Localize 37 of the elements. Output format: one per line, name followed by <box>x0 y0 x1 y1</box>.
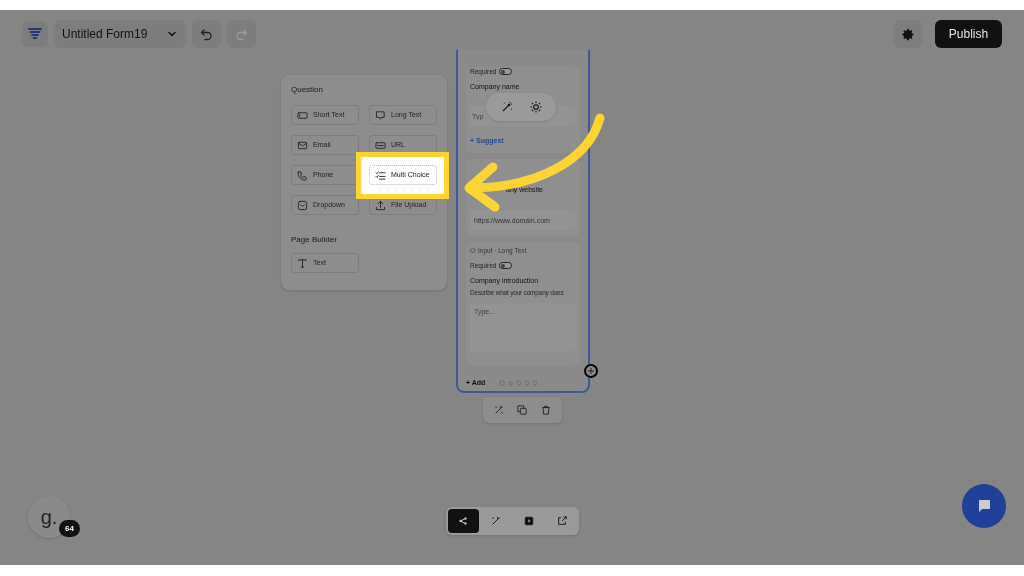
redo-icon <box>235 27 248 41</box>
copy-icon[interactable] <box>517 405 528 415</box>
settings-button[interactable] <box>894 20 922 48</box>
undo-button[interactable] <box>192 20 221 48</box>
play-icon <box>523 516 534 526</box>
section-heading: Page Builder <box>291 234 338 246</box>
upload-icon <box>375 199 386 211</box>
sun-icon[interactable] <box>529 101 542 113</box>
speech-bubble-icon <box>470 248 476 255</box>
count-badge: 64 <box>59 520 80 537</box>
magic-wand-icon <box>491 516 502 526</box>
export-icon <box>556 516 567 526</box>
phone-icon <box>297 169 308 181</box>
plus-icon <box>588 368 594 374</box>
text-field-icon <box>297 109 308 121</box>
logo-icon[interactable] <box>22 21 48 47</box>
share-nodes-icon <box>458 516 469 526</box>
chat-icon <box>976 498 992 514</box>
publish-button[interactable]: Publish <box>935 20 1002 48</box>
chat-button[interactable] <box>962 484 1006 528</box>
speech-bubble-icon <box>375 109 386 121</box>
add-block-button[interactable] <box>584 364 598 378</box>
envelope-icon <box>297 139 308 151</box>
form-name-dropdown[interactable]: Untitled Form19 <box>54 20 186 48</box>
dropdown-icon <box>297 199 308 211</box>
toggle-switch[interactable] <box>499 68 513 76</box>
section-heading: Question <box>291 84 325 96</box>
view-button[interactable] <box>448 509 479 533</box>
magic-wand-icon[interactable] <box>493 405 504 415</box>
checklist-icon <box>375 169 386 181</box>
trash-icon[interactable] <box>541 405 552 415</box>
link-field-icon <box>375 139 386 151</box>
text-icon <box>297 257 308 269</box>
settings-icon <box>901 27 915 41</box>
undo-icon <box>200 27 213 41</box>
magic-wand-icon[interactable] <box>500 101 513 113</box>
toggle-switch[interactable] <box>499 262 513 270</box>
